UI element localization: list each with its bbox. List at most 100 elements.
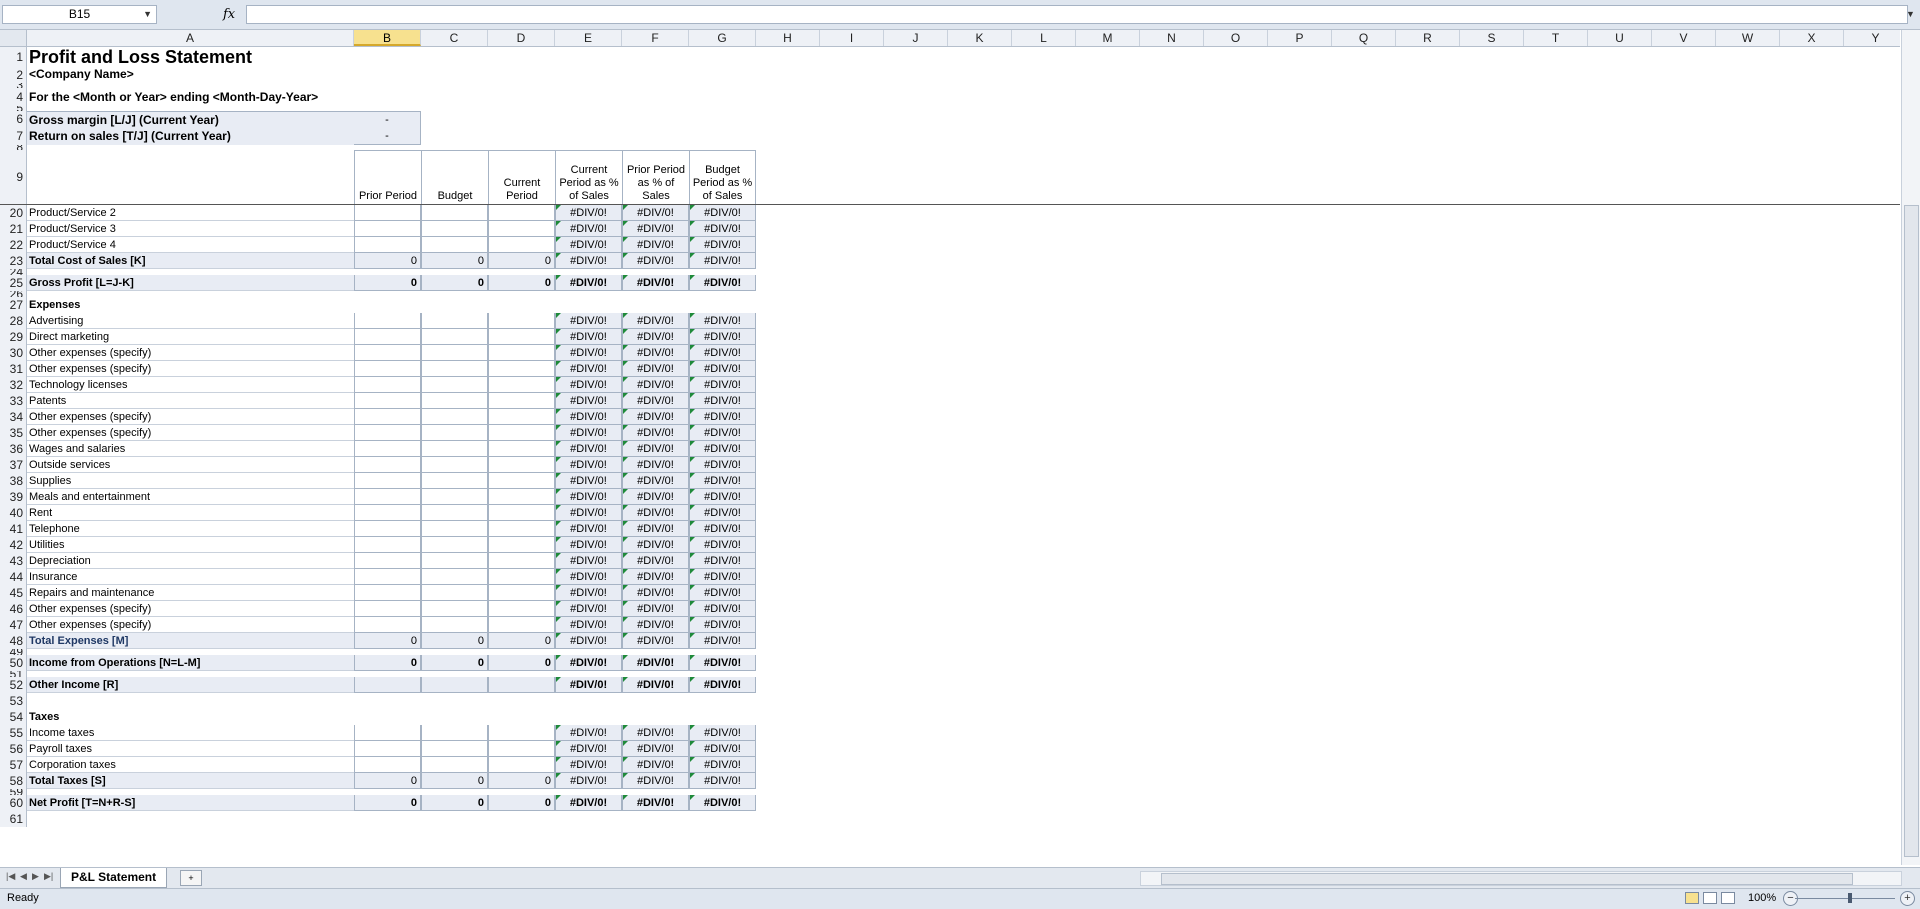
error-indicator-icon[interactable] bbox=[556, 757, 561, 762]
error-indicator-icon[interactable] bbox=[556, 741, 561, 746]
percent-cell-e[interactable]: #DIV/0! bbox=[555, 617, 622, 633]
percent-cell-f[interactable]: #DIV/0! bbox=[622, 313, 689, 329]
value-cell-c[interactable] bbox=[421, 505, 488, 521]
page-layout-view-icon[interactable] bbox=[1703, 892, 1717, 904]
error-indicator-icon[interactable] bbox=[623, 795, 628, 800]
value-cell-d[interactable] bbox=[488, 757, 555, 773]
error-indicator-icon[interactable] bbox=[556, 773, 561, 778]
row-header[interactable]: 52 bbox=[0, 677, 27, 693]
percent-cell-g[interactable]: #DIV/0! bbox=[689, 537, 756, 553]
percent-cell-e[interactable]: #DIV/0! bbox=[555, 377, 622, 393]
error-indicator-icon[interactable] bbox=[556, 489, 561, 494]
error-indicator-icon[interactable] bbox=[690, 617, 695, 622]
value-cell-b[interactable] bbox=[354, 521, 421, 537]
percent-cell-e[interactable]: #DIV/0! bbox=[555, 313, 622, 329]
row-header[interactable]: 44 bbox=[0, 569, 27, 585]
value-cell-d[interactable] bbox=[488, 489, 555, 505]
column-header-l[interactable]: L bbox=[1012, 30, 1076, 46]
error-indicator-icon[interactable] bbox=[690, 505, 695, 510]
value-cell-b[interactable] bbox=[354, 313, 421, 329]
row-header[interactable]: 46 bbox=[0, 601, 27, 617]
column-header-s[interactable]: S bbox=[1460, 30, 1524, 46]
value-cell-c[interactable] bbox=[421, 441, 488, 457]
value-cell-d[interactable]: 0 bbox=[488, 773, 555, 789]
row-header[interactable]: 4 bbox=[0, 88, 27, 106]
percent-cell-f[interactable]: #DIV/0! bbox=[622, 457, 689, 473]
error-indicator-icon[interactable] bbox=[690, 275, 695, 280]
percent-cell-e[interactable]: #DIV/0! bbox=[555, 725, 622, 741]
value-cell-c[interactable] bbox=[421, 537, 488, 553]
row-header[interactable]: 39 bbox=[0, 489, 27, 505]
vertical-scrollbar[interactable] bbox=[1901, 30, 1920, 865]
error-indicator-icon[interactable] bbox=[556, 425, 561, 430]
value-cell-c[interactable] bbox=[421, 569, 488, 585]
column-header-x[interactable]: X bbox=[1780, 30, 1844, 46]
row-header[interactable]: 6 bbox=[0, 111, 27, 128]
percent-cell-e[interactable]: #DIV/0! bbox=[555, 601, 622, 617]
column-header-e[interactable]: E bbox=[555, 30, 622, 46]
value-cell-c[interactable] bbox=[421, 725, 488, 741]
percent-cell-g[interactable]: #DIV/0! bbox=[689, 393, 756, 409]
insert-function-icon[interactable]: fx bbox=[223, 5, 235, 24]
value-cell-d[interactable] bbox=[488, 345, 555, 361]
value-cell-d[interactable] bbox=[488, 237, 555, 253]
percent-cell-g[interactable]: #DIV/0! bbox=[689, 633, 756, 649]
value-cell-b[interactable] bbox=[354, 741, 421, 757]
error-indicator-icon[interactable] bbox=[556, 537, 561, 542]
row-header[interactable]: 60 bbox=[0, 795, 27, 811]
row-header[interactable]: 48 bbox=[0, 633, 27, 649]
error-indicator-icon[interactable] bbox=[556, 393, 561, 398]
error-indicator-icon[interactable] bbox=[556, 569, 561, 574]
percent-cell-g[interactable]: #DIV/0! bbox=[689, 473, 756, 489]
value-cell-c[interactable] bbox=[421, 553, 488, 569]
value-cell-d[interactable] bbox=[488, 741, 555, 757]
error-indicator-icon[interactable] bbox=[690, 253, 695, 258]
value-cell-c[interactable] bbox=[421, 313, 488, 329]
error-indicator-icon[interactable] bbox=[690, 553, 695, 558]
error-indicator-icon[interactable] bbox=[623, 505, 628, 510]
value-cell-c[interactable] bbox=[421, 205, 488, 221]
percent-cell-g[interactable]: #DIV/0! bbox=[689, 677, 756, 693]
percent-cell-e[interactable]: #DIV/0! bbox=[555, 569, 622, 585]
value-cell-c[interactable] bbox=[421, 585, 488, 601]
error-indicator-icon[interactable] bbox=[623, 361, 628, 366]
error-indicator-icon[interactable] bbox=[556, 505, 561, 510]
error-indicator-icon[interactable] bbox=[623, 633, 628, 638]
value-cell-b[interactable] bbox=[354, 537, 421, 553]
percent-cell-f[interactable]: #DIV/0! bbox=[622, 441, 689, 457]
value-cell-d[interactable]: 0 bbox=[488, 253, 555, 269]
percent-cell-e[interactable]: #DIV/0! bbox=[555, 409, 622, 425]
value-cell-b[interactable] bbox=[354, 489, 421, 505]
percent-cell-e[interactable]: #DIV/0! bbox=[555, 425, 622, 441]
percent-cell-e[interactable]: #DIV/0! bbox=[555, 585, 622, 601]
row-header[interactable]: 56 bbox=[0, 741, 27, 757]
value-cell-d[interactable] bbox=[488, 473, 555, 489]
column-header-m[interactable]: M bbox=[1076, 30, 1140, 46]
row-header[interactable]: 25 bbox=[0, 275, 27, 291]
error-indicator-icon[interactable] bbox=[690, 221, 695, 226]
percent-cell-f[interactable]: #DIV/0! bbox=[622, 757, 689, 773]
percent-cell-e[interactable]: #DIV/0! bbox=[555, 521, 622, 537]
percent-cell-e[interactable]: #DIV/0! bbox=[555, 537, 622, 553]
value-cell-d[interactable] bbox=[488, 585, 555, 601]
percent-cell-f[interactable]: #DIV/0! bbox=[622, 473, 689, 489]
percent-cell-g[interactable]: #DIV/0! bbox=[689, 601, 756, 617]
column-header-o[interactable]: O bbox=[1204, 30, 1268, 46]
value-cell-c[interactable] bbox=[421, 361, 488, 377]
error-indicator-icon[interactable] bbox=[623, 329, 628, 334]
value-cell-b[interactable] bbox=[354, 601, 421, 617]
value-cell-d[interactable] bbox=[488, 537, 555, 553]
row-header[interactable]: 57 bbox=[0, 757, 27, 773]
percent-cell-f[interactable]: #DIV/0! bbox=[622, 725, 689, 741]
error-indicator-icon[interactable] bbox=[556, 377, 561, 382]
error-indicator-icon[interactable] bbox=[690, 725, 695, 730]
prev-sheet-icon[interactable]: ◀ bbox=[20, 871, 27, 882]
error-indicator-icon[interactable] bbox=[690, 633, 695, 638]
insert-sheet-icon[interactable]: + bbox=[180, 870, 202, 886]
select-all-corner[interactable] bbox=[0, 30, 27, 46]
error-indicator-icon[interactable] bbox=[556, 677, 561, 682]
error-indicator-icon[interactable] bbox=[690, 521, 695, 526]
row-header[interactable]: 45 bbox=[0, 585, 27, 601]
error-indicator-icon[interactable] bbox=[690, 585, 695, 590]
error-indicator-icon[interactable] bbox=[556, 617, 561, 622]
